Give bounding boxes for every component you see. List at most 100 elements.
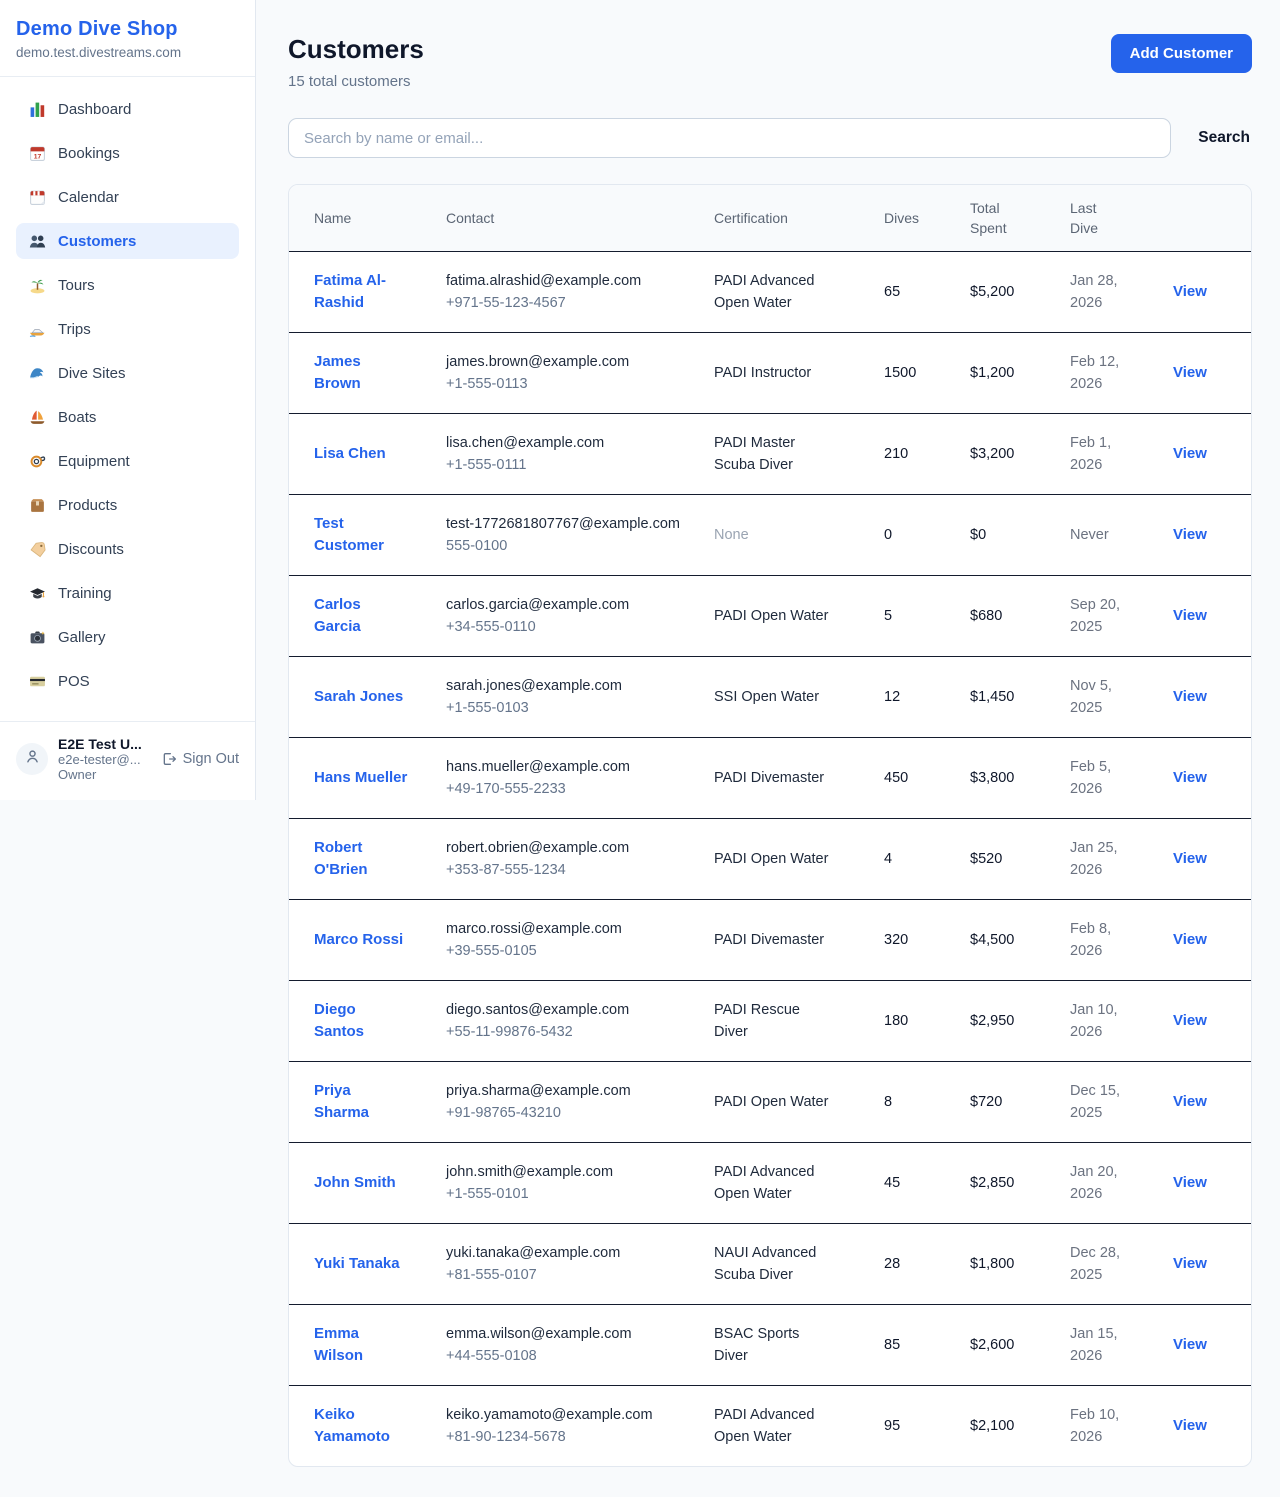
customer-last-dive: Feb 1, 2026 xyxy=(1070,435,1111,473)
customer-certification: SSI Open Water xyxy=(714,689,819,705)
sidebar-item-label: Equipment xyxy=(58,453,130,470)
customer-name-link[interactable]: Marco Rossi xyxy=(314,931,403,948)
sidebar-item-bookings[interactable]: 17Bookings xyxy=(16,135,239,171)
customer-name-link[interactable]: Sarah Jones xyxy=(314,688,403,705)
sidebar-item-tours[interactable]: Tours xyxy=(16,267,239,303)
sidebar-item-products[interactable]: Products xyxy=(16,487,239,523)
table-row: Yuki Tanaka yuki.tanaka@example.com +81-… xyxy=(289,1224,1251,1305)
table-row: Carlos Garcia carlos.garcia@example.com … xyxy=(289,576,1251,657)
customer-total-spent: $5,200 xyxy=(970,284,1014,300)
customer-email: marco.rossi@example.com xyxy=(446,918,690,940)
customer-total-spent: $1,450 xyxy=(970,689,1014,705)
customer-name-link[interactable]: Lisa Chen xyxy=(314,445,386,462)
add-customer-button[interactable]: Add Customer xyxy=(1111,34,1252,73)
view-link[interactable]: View xyxy=(1173,526,1207,543)
customer-last-dive: Jan 10, 2026 xyxy=(1070,1002,1118,1040)
customer-dives: 28 xyxy=(884,1256,900,1272)
customer-name-link[interactable]: James Brown xyxy=(314,353,361,392)
sign-out-button[interactable]: Sign Out xyxy=(161,751,239,767)
customer-phone: +1-555-0113 xyxy=(446,373,690,395)
view-link[interactable]: View xyxy=(1173,445,1207,462)
customer-email: priya.sharma@example.com xyxy=(446,1080,690,1102)
table-body: Fatima Al-Rashid fatima.alrashid@example… xyxy=(289,252,1251,1467)
view-link[interactable]: View xyxy=(1173,1012,1207,1029)
customer-name-link[interactable]: Keiko Yamamoto xyxy=(314,1406,390,1445)
customer-email: fatima.alrashid@example.com xyxy=(446,270,690,292)
sidebar-header: Demo Dive Shop demo.test.divestreams.com xyxy=(0,0,255,77)
sidebar-item-label: Customers xyxy=(58,233,136,250)
customer-name-link[interactable]: Yuki Tanaka xyxy=(314,1255,400,1272)
sidebar-item-customers[interactable]: Customers xyxy=(16,223,239,259)
sidebar-item-discounts[interactable]: Discounts xyxy=(16,531,239,567)
customer-certification: None xyxy=(714,527,749,543)
tear-off-calendar-icon xyxy=(28,188,46,206)
view-link[interactable]: View xyxy=(1173,931,1207,948)
sign-out-label: Sign Out xyxy=(183,751,239,767)
customer-name-link[interactable]: John Smith xyxy=(314,1174,396,1191)
customer-name-link[interactable]: Fatima Al-Rashid xyxy=(314,272,386,311)
view-link[interactable]: View xyxy=(1173,769,1207,786)
customers-table-card: Name Contact Certification Dives Total S… xyxy=(288,184,1252,1467)
customer-email: carlos.garcia@example.com xyxy=(446,594,690,616)
customer-certification: PADI Divemaster xyxy=(714,932,824,948)
customer-dives: 85 xyxy=(884,1337,900,1353)
customer-name-link[interactable]: Carlos Garcia xyxy=(314,596,361,635)
sidebar-item-boats[interactable]: Boats xyxy=(16,399,239,435)
view-link[interactable]: View xyxy=(1173,364,1207,381)
customer-phone: +39-555-0105 xyxy=(446,940,690,962)
view-link[interactable]: View xyxy=(1173,688,1207,705)
customer-last-dive: Feb 8, 2026 xyxy=(1070,921,1111,959)
customer-total-spent: $3,200 xyxy=(970,446,1014,462)
sidebar-item-dive-sites[interactable]: Dive Sites xyxy=(16,355,239,391)
customer-name-link[interactable]: Emma Wilson xyxy=(314,1325,363,1364)
customer-email: robert.obrien@example.com xyxy=(446,837,690,859)
customer-phone: +971-55-123-4567 xyxy=(446,292,690,314)
customer-name-link[interactable]: Test Customer xyxy=(314,515,384,554)
customer-email: keiko.yamamoto@example.com xyxy=(446,1404,690,1426)
page-header: Customers 15 total customers Add Custome… xyxy=(288,34,1252,90)
view-link[interactable]: View xyxy=(1173,1417,1207,1434)
person-icon xyxy=(24,748,41,770)
customer-name-link[interactable]: Hans Mueller xyxy=(314,769,407,786)
graduation-cap-icon xyxy=(28,584,46,602)
wave-icon xyxy=(28,364,46,382)
sidebar-item-pos[interactable]: POS xyxy=(16,663,239,699)
search-button[interactable]: Search xyxy=(1196,121,1252,155)
customer-dives: 45 xyxy=(884,1175,900,1191)
customer-name-link[interactable]: Priya Sharma xyxy=(314,1082,369,1121)
column-header-name: Name xyxy=(289,185,434,252)
table-row: Priya Sharma priya.sharma@example.com +9… xyxy=(289,1062,1251,1143)
user-role: Owner xyxy=(58,767,151,782)
customer-phone: +81-555-0107 xyxy=(446,1264,690,1286)
view-link[interactable]: View xyxy=(1173,1093,1207,1110)
view-link[interactable]: View xyxy=(1173,607,1207,624)
sidebar-nav: Dashboard 17Bookings Calendar Customers Tour… xyxy=(0,77,255,721)
sidebar-item-dashboard[interactable]: Dashboard xyxy=(16,91,239,127)
customer-name-link[interactable]: Robert O'Brien xyxy=(314,839,368,878)
table-row: Robert O'Brien robert.obrien@example.com… xyxy=(289,819,1251,900)
avatar xyxy=(16,743,48,775)
customer-certification: PADI Advanced Open Water xyxy=(714,273,815,311)
view-link[interactable]: View xyxy=(1173,1336,1207,1353)
table-row: Test Customer test-1772681807767@example… xyxy=(289,495,1251,576)
customer-total-spent: $680 xyxy=(970,608,1002,624)
svg-text:17: 17 xyxy=(33,153,41,160)
table-row: Hans Mueller hans.mueller@example.com +4… xyxy=(289,738,1251,819)
customer-total-spent: $2,600 xyxy=(970,1337,1014,1353)
view-link[interactable]: View xyxy=(1173,1174,1207,1191)
sailboat-icon xyxy=(28,408,46,426)
customer-certification: PADI Rescue Diver xyxy=(714,1002,800,1040)
sidebar-item-trips[interactable]: Trips xyxy=(16,311,239,347)
sidebar-item-gallery[interactable]: Gallery xyxy=(16,619,239,655)
customer-count: 15 total customers xyxy=(288,73,424,90)
view-link[interactable]: View xyxy=(1173,283,1207,300)
sidebar-item-calendar[interactable]: Calendar xyxy=(16,179,239,215)
tag-icon xyxy=(28,540,46,558)
view-link[interactable]: View xyxy=(1173,850,1207,867)
sidebar-item-training[interactable]: Training xyxy=(16,575,239,611)
view-link[interactable]: View xyxy=(1173,1255,1207,1272)
sidebar-item-equipment[interactable]: Equipment xyxy=(16,443,239,479)
customer-name-link[interactable]: Diego Santos xyxy=(314,1001,364,1040)
customer-dives: 5 xyxy=(884,608,892,624)
search-input[interactable] xyxy=(288,118,1171,158)
